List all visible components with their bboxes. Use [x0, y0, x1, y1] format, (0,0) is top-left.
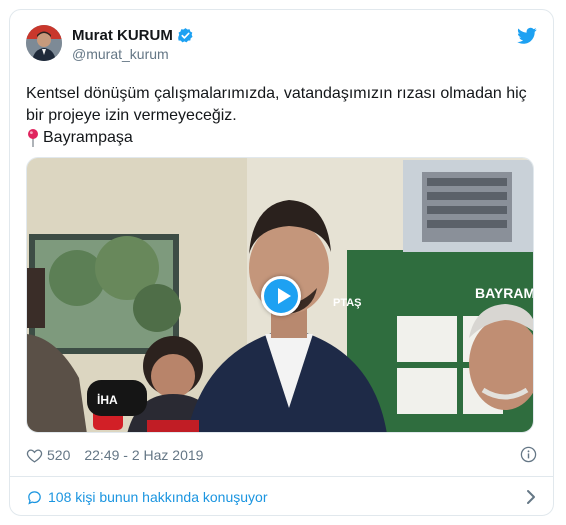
tweet-text-line: Kentsel dönüşüm çalışmalarımızda, vatand… [26, 85, 527, 124]
display-name[interactable]: Murat KURUM [72, 27, 173, 44]
display-name-row: Murat KURUM [72, 27, 194, 44]
author-handle[interactable]: @murat_kurum [72, 46, 194, 62]
conversation-text: 108 kişi bunun hakkında konuşuyor [48, 489, 268, 505]
heart-icon [26, 448, 43, 463]
tweet-text: Kentsel dönüşüm çalışmalarımızda, vatand… [26, 83, 536, 149]
video-media[interactable]: BAYRAMP PTAŞ [26, 157, 534, 433]
footer-divider [10, 476, 553, 477]
pin-icon [26, 128, 40, 148]
like-count: 520 [47, 447, 71, 463]
verified-icon [177, 27, 194, 44]
mic-label: İHA [97, 392, 118, 407]
tweet-timestamp[interactable]: 22:49 - 2 Haz 2019 [84, 447, 203, 463]
tweet-meta-row: 520 22:49 - 2 Haz 2019 [26, 444, 537, 466]
info-icon[interactable] [520, 446, 537, 463]
banner-text: BAYRAMP [475, 285, 534, 301]
conversation-link[interactable]: 108 kişi bunun hakkında konuşuyor [26, 486, 537, 508]
chevron-right-icon[interactable] [525, 489, 537, 505]
banner-logo-text: PTAŞ [333, 297, 362, 309]
reply-icon [28, 490, 41, 505]
location-text: Bayrampaşa [43, 129, 133, 146]
tweet-header: Murat KURUM @murat_kurum [26, 25, 537, 69]
twitter-icon[interactable] [517, 27, 537, 45]
play-button[interactable] [261, 276, 301, 316]
like-button[interactable]: 520 [26, 447, 70, 464]
tweet-card: Murat KURUM @murat_kurum Kentsel dönüşüm… [9, 9, 554, 516]
location-line: Bayrampaşa [26, 127, 536, 149]
avatar[interactable] [26, 25, 62, 61]
author-names: Murat KURUM @murat_kurum [72, 27, 194, 62]
